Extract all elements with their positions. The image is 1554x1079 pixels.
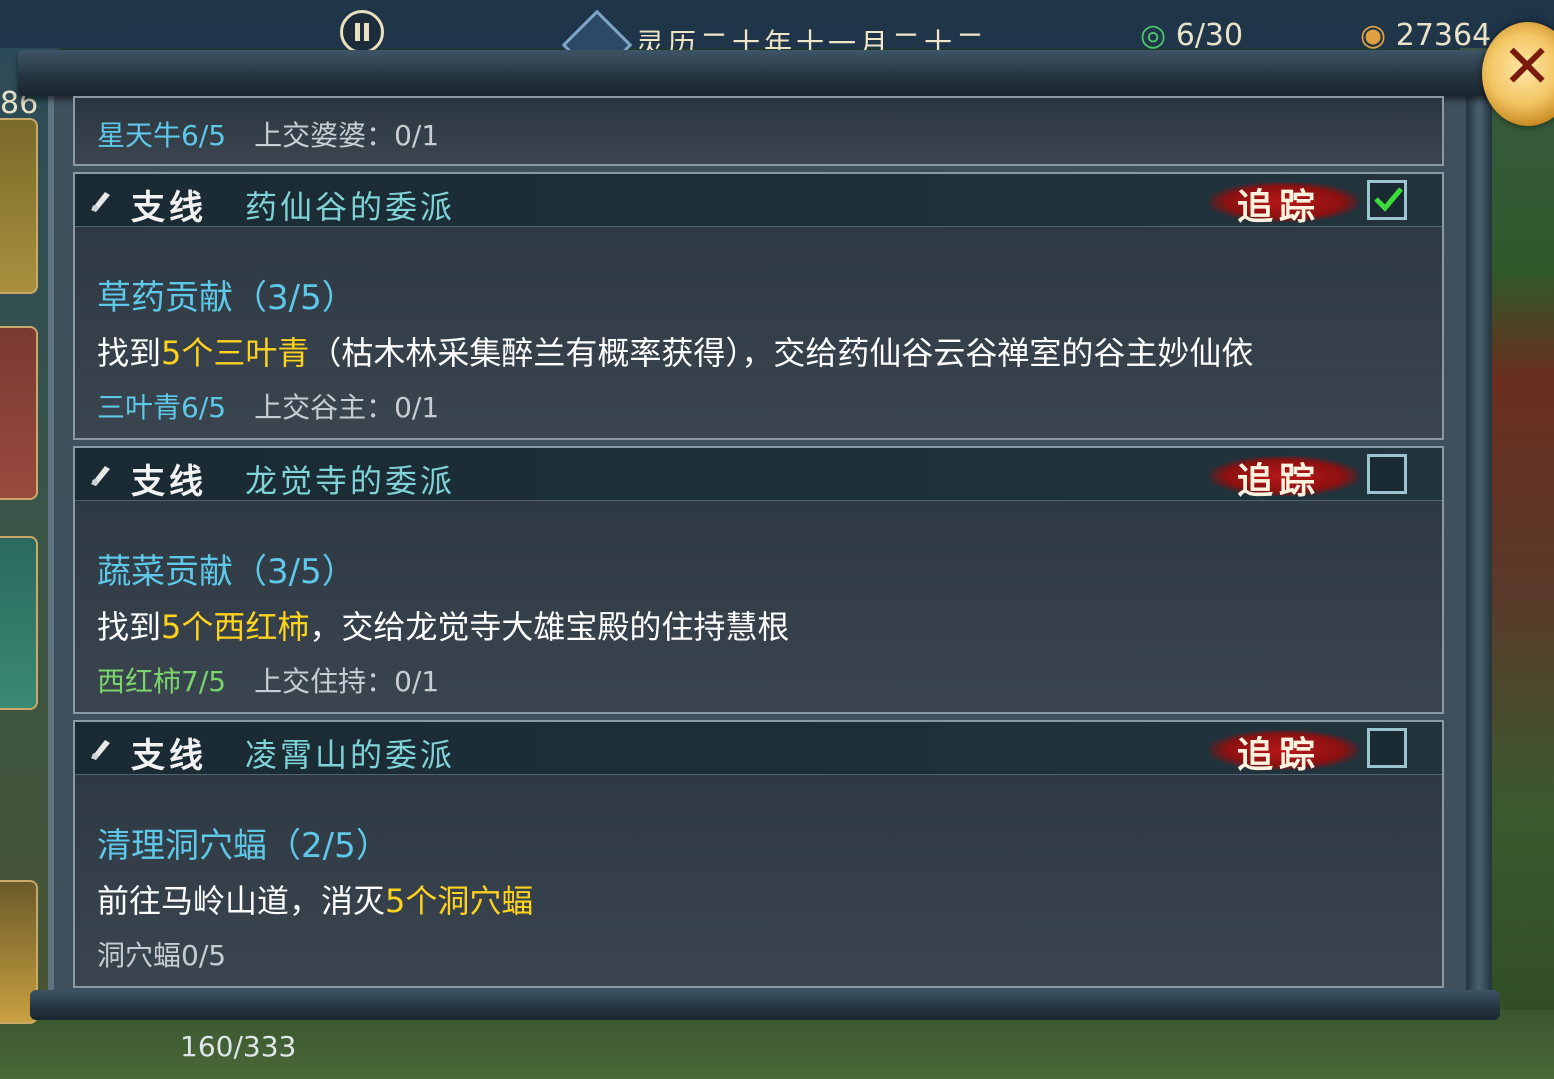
progress-item-count: 三叶青6/5 bbox=[97, 391, 227, 424]
track-checkbox[interactable] bbox=[1367, 180, 1407, 220]
scroll-rod-right bbox=[1466, 70, 1492, 1000]
scroll-rod-bottom bbox=[30, 990, 1500, 1020]
stamina-counter: 160/333 bbox=[180, 1030, 297, 1063]
quest-name: 药仙谷的委派 bbox=[245, 188, 456, 226]
track-label: 追踪 bbox=[1237, 460, 1322, 502]
desc-prefix: 找到 bbox=[97, 608, 162, 646]
side-tab-3[interactable] bbox=[0, 536, 38, 710]
desc-suffix: （枯木林采集醉兰有概率获得），交给药仙谷云谷禅室的谷主妙仙依 bbox=[309, 334, 1254, 372]
desc-highlight: 5个西红柿 bbox=[161, 608, 310, 646]
quest-progress: 三叶青6/5 上交谷主：0/1 bbox=[97, 386, 439, 426]
pause-button[interactable] bbox=[340, 10, 384, 54]
desc-prefix: 找到 bbox=[97, 334, 162, 372]
side-tab-1[interactable] bbox=[0, 118, 38, 294]
brush-icon bbox=[91, 192, 110, 212]
quest-name: 龙觉寺的委派 bbox=[245, 462, 456, 500]
task-description: 前往马岭山道，消灭5个洞穴蝠 bbox=[97, 876, 533, 922]
quest-header: 支线 龙觉寺的委派 追踪 bbox=[75, 448, 1442, 502]
desc-prefix: 前往马岭山道，消灭 bbox=[97, 882, 386, 920]
desc-highlight: 5个洞穴蝠 bbox=[385, 882, 534, 920]
quest-name: 凌霄山的委派 bbox=[245, 736, 456, 774]
energy-counter: ◎ 6/30 bbox=[1140, 18, 1243, 53]
brush-icon bbox=[91, 740, 110, 760]
quest-card: 支线 龙觉寺的委派 追踪 蔬菜贡献（3/5） 找到5个西红柿，交给龙觉寺大雄宝殿… bbox=[73, 446, 1444, 714]
quest-header: 支线 凌霄山的委派 追踪 bbox=[75, 722, 1442, 776]
coin-icon: ◉ bbox=[1360, 18, 1387, 53]
quest-card: 支线 药仙谷的委派 追踪 草药贡献（3/5） 找到5个三叶青（枯木林采集醉兰有概… bbox=[73, 172, 1444, 440]
quest-category: 支线 bbox=[131, 462, 207, 502]
brush-icon bbox=[91, 466, 110, 486]
task-title: 清理洞穴蝠（2/5） bbox=[97, 826, 390, 866]
coin-counter: ◉ 27364 bbox=[1360, 18, 1491, 53]
checkmark-icon bbox=[1374, 187, 1403, 212]
top-hud: 灵历二十年十一月二十二 ◎ 6/30 ◉ 27364 bbox=[0, 0, 1554, 81]
track-checkbox[interactable] bbox=[1367, 728, 1407, 768]
track-button[interactable]: 追踪 bbox=[1209, 450, 1359, 502]
track-label: 追踪 bbox=[1237, 186, 1322, 228]
quest-card: 支线 凌霄山的委派 追踪 清理洞穴蝠（2/5） 前往马岭山道，消灭5个洞穴蝠 洞… bbox=[73, 720, 1444, 988]
side-tab-2[interactable] bbox=[0, 326, 38, 500]
quest-category: 支线 bbox=[131, 736, 207, 776]
track-button[interactable]: 追踪 bbox=[1209, 176, 1359, 228]
track-button[interactable]: 追踪 bbox=[1209, 724, 1359, 776]
quest-category: 支线 bbox=[131, 188, 207, 228]
progress-item-count: 洞穴蝠0/5 bbox=[97, 939, 227, 972]
quest-header: 支线 药仙谷的委派 追踪 bbox=[75, 174, 1442, 228]
progress-submit-count: 上交住持：0/1 bbox=[254, 665, 440, 698]
coin-value: 27364 bbox=[1395, 18, 1492, 53]
scroll-rod-top bbox=[18, 50, 1498, 96]
task-description: 找到5个三叶青（枯木林采集醉兰有概率获得），交给药仙谷云谷禅室的谷主妙仙依 bbox=[97, 328, 1253, 374]
progress-item-count: 星天牛6/5 bbox=[97, 119, 227, 152]
progress-item-count: 西红柿7/5 bbox=[97, 665, 227, 698]
track-label: 追踪 bbox=[1237, 734, 1322, 776]
quest-card-partial: 星天牛6/5 上交婆婆：0/1 bbox=[73, 96, 1444, 166]
task-title: 草药贡献（3/5） bbox=[97, 278, 356, 318]
task-title: 蔬菜贡献（3/5） bbox=[97, 552, 356, 592]
quest-progress: 星天牛6/5 上交婆婆：0/1 bbox=[97, 114, 439, 154]
progress-submit-count: 上交婆婆：0/1 bbox=[254, 119, 440, 152]
desc-suffix: ，交给龙觉寺大雄宝殿的住持慧根 bbox=[309, 608, 790, 646]
energy-icon: ◎ bbox=[1140, 18, 1167, 53]
close-icon: ✕ bbox=[1502, 32, 1553, 102]
quest-progress: 洞穴蝠0/5 bbox=[97, 934, 226, 974]
progress-submit-count: 上交谷主：0/1 bbox=[254, 391, 440, 424]
energy-value: 6/30 bbox=[1175, 18, 1244, 53]
desc-highlight: 5个三叶青 bbox=[161, 334, 310, 372]
task-description: 找到5个西红柿，交给龙觉寺大雄宝殿的住持慧根 bbox=[97, 602, 789, 648]
track-checkbox[interactable] bbox=[1367, 454, 1407, 494]
quest-progress: 西红柿7/5 上交住持：0/1 bbox=[97, 660, 439, 700]
